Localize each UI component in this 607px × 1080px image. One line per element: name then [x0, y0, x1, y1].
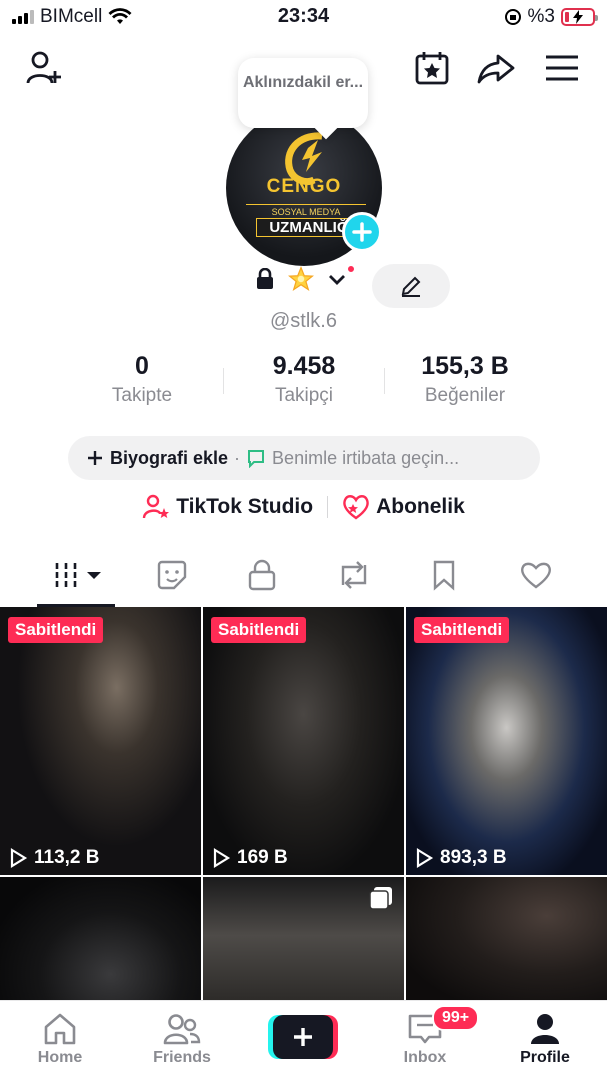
profile-links: TikTok Studio Abonelik [0, 494, 607, 520]
subscription-link[interactable]: Abonelik [342, 494, 465, 520]
video-thumbnail[interactable] [0, 877, 201, 1007]
view-count-value: 169 B [237, 847, 288, 868]
play-icon [10, 848, 28, 868]
username: @stlk.6 [270, 310, 337, 332]
pinned-badge: Sabitlendi [211, 617, 307, 643]
nav-home-label: Home [37, 1049, 83, 1066]
menu-icon[interactable] [542, 48, 582, 88]
view-count: 169 B [211, 847, 288, 869]
likes-stat[interactable]: 155,3 B Beğeniler [385, 352, 545, 407]
view-count: 113,2 B [8, 847, 100, 869]
note-bubble[interactable]: Aklınızdakil er... [238, 58, 368, 128]
subscription-label: Abonelik [376, 495, 465, 518]
following-count: 0 [135, 352, 149, 380]
followers-stat[interactable]: 9.458 Takipçi [224, 352, 384, 407]
chat-bubble-icon [248, 450, 265, 468]
nav-home[interactable]: Home [15, 1009, 105, 1067]
tab-favorites[interactable] [414, 552, 474, 598]
view-count-value: 113,2 B [34, 847, 100, 868]
pencil-icon [401, 276, 421, 297]
nav-friends[interactable]: Friends [137, 1009, 227, 1067]
status-bar: BIMcell 23:34 %3 [0, 0, 607, 36]
plus-icon [294, 1028, 312, 1046]
add-story-button[interactable] [342, 212, 382, 252]
nav-profile[interactable]: Profile [500, 1009, 590, 1067]
nav-friends-label: Friends [153, 1049, 211, 1066]
orientation-lock-icon [504, 9, 521, 25]
avatar-brand-subtext: SOSYAL MEDYA [246, 204, 366, 217]
pinned-badge: Sabitlendi [8, 617, 104, 643]
plus-icon [88, 451, 102, 465]
play-icon [416, 848, 434, 868]
video-thumbnail[interactable]: Sabitlendi 169 B [203, 607, 404, 875]
link-divider [327, 496, 329, 518]
play-icon [213, 848, 231, 868]
battery-icon [561, 8, 598, 26]
profile-tabs [0, 552, 607, 606]
lock-icon [248, 559, 276, 591]
create-button[interactable] [268, 1015, 338, 1059]
account-badges [252, 264, 356, 292]
tab-stickers[interactable] [142, 552, 202, 598]
share-icon[interactable] [476, 48, 516, 88]
profile-icon [531, 1014, 559, 1044]
tab-videos[interactable] [46, 552, 108, 598]
likes-count: 155,3 B [421, 352, 509, 380]
add-user-icon[interactable] [24, 48, 64, 88]
bookmark-icon [433, 560, 455, 591]
chevron-down-icon[interactable] [324, 264, 356, 292]
bio-pill[interactable]: Biyografi ekle · Benimle irtibata geçin.… [68, 436, 540, 480]
video-grid: Sabitlendi 113,2 B Sabitlendi 169 B Sabi… [0, 607, 607, 1007]
following-stat[interactable]: 0 Takipte [62, 352, 222, 407]
inbox-badge: 99+ [432, 1005, 480, 1031]
edit-profile-button[interactable] [372, 264, 450, 308]
followers-count: 9.458 [272, 352, 336, 380]
heart-star-icon [343, 495, 369, 520]
followers-label: Takipçi [274, 385, 334, 406]
nav-inbox-label: Inbox [403, 1049, 447, 1066]
note-bubble-text: Aklınızdakil er... [242, 74, 364, 91]
video-thumbnail[interactable]: Sabitlendi 893,3 B [406, 607, 607, 875]
star-badge-icon[interactable] [288, 265, 314, 292]
bottom-nav: Home Friends 99+ Inbox Profile [0, 1000, 607, 1080]
sticker-icon [157, 560, 187, 590]
nav-profile-label: Profile [520, 1049, 570, 1066]
notification-dot [346, 264, 356, 274]
tiktok-studio-label: TikTok Studio [176, 495, 314, 518]
tab-reposts[interactable] [324, 552, 384, 598]
grid-icon [55, 563, 101, 587]
plus-icon [352, 222, 372, 242]
status-right: %3 [504, 6, 598, 28]
tab-liked[interactable] [506, 552, 566, 598]
profile-avatar-container[interactable]: CENGO SOSYAL MEDYA UZMANLIĞI [226, 110, 382, 266]
likes-label: Beğeniler [424, 385, 506, 406]
pinned-badge: Sabitlendi [414, 617, 510, 643]
lock-icon [252, 266, 278, 292]
multi-photo-icon [369, 887, 392, 910]
home-icon [44, 1013, 76, 1045]
view-count: 893,3 B [414, 847, 507, 869]
profile-stats: 0 Takipte 9.458 Takipçi 155,3 B Beğenile… [0, 352, 607, 412]
calendar-star-icon[interactable] [412, 48, 452, 88]
avatar-brand-text: CENGO [266, 176, 342, 197]
video-thumbnail[interactable] [203, 877, 404, 1007]
add-bio-button[interactable]: Biyografi ekle [110, 448, 228, 469]
view-count-value: 893,3 B [440, 847, 507, 868]
nav-inbox[interactable]: 99+ Inbox [380, 1005, 480, 1067]
studio-icon [143, 494, 170, 519]
video-thumbnail[interactable]: Sabitlendi 113,2 B [0, 607, 201, 875]
battery-percent: %3 [527, 6, 555, 27]
video-thumbnail[interactable] [406, 877, 607, 1007]
bio-separator: · [234, 447, 241, 468]
tiktok-studio-link[interactable]: TikTok Studio [142, 494, 313, 520]
repost-icon [341, 561, 367, 589]
following-label: Takipte [111, 385, 173, 406]
friends-icon [163, 1014, 201, 1045]
tab-private[interactable] [232, 552, 292, 598]
heart-icon [521, 562, 551, 589]
contact-button[interactable]: Benimle irtibata geçin... [272, 448, 459, 469]
